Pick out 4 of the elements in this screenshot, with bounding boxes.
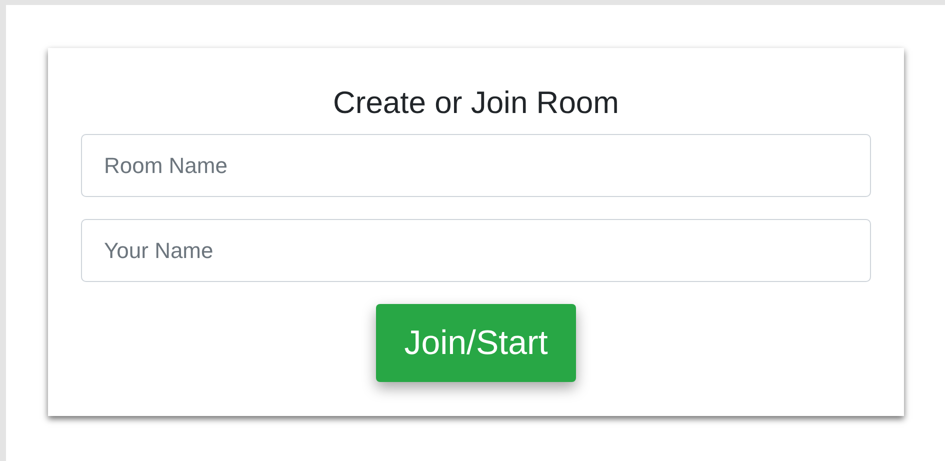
join-start-button[interactable]: Join/Start [376,304,576,382]
text-field[interactable]: Room Name [81,134,871,197]
text-field[interactable]: Your Name [81,219,871,282]
card-title: Create or Join Room [332,84,620,122]
